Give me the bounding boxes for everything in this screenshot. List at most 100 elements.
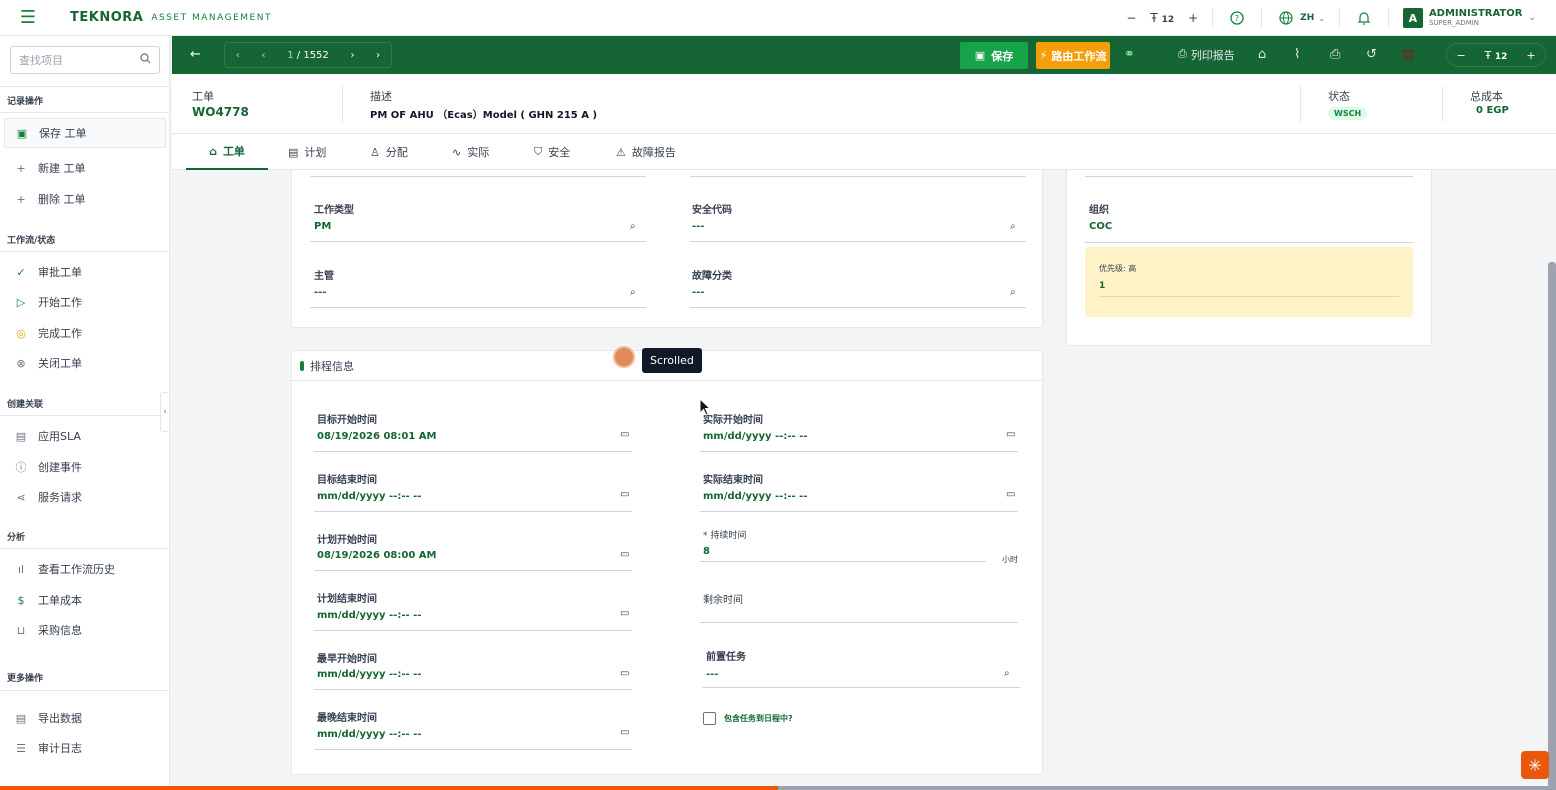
include-in-schedule-checkbox[interactable] <box>703 712 716 725</box>
language-selector[interactable]: ZH ⌄ <box>1276 8 1325 28</box>
bar-chart-icon: ıl <box>17 562 25 576</box>
sidebar-item-export[interactable]: ▤ 导出数据 <box>14 708 164 728</box>
avatar: A <box>1402 8 1423 28</box>
field-underline <box>310 176 646 177</box>
next-page-button[interactable]: › <box>350 50 354 61</box>
sidebar-item-view-history[interactable]: ıl 查看工作流历史 <box>14 559 164 579</box>
back-arrow-icon[interactable]: ← <box>190 47 201 62</box>
link-icon[interactable]: ⚭ <box>1124 47 1135 62</box>
search-icon[interactable]: ⌕ <box>1004 668 1010 679</box>
calendar-icon[interactable]: ▭ <box>620 668 629 679</box>
user-menu[interactable]: A ADMINISTRATOR SUPER_ADMIN ⌄ <box>1402 8 1536 28</box>
sidebar-item-start[interactable]: ▷ 开始工作 <box>14 292 164 312</box>
save-button[interactable]: ▣ 保存 <box>960 42 1028 69</box>
wo-label: 工单 <box>192 90 214 103</box>
work-type-value[interactable]: PM <box>314 221 331 232</box>
menu-icon[interactable]: ☰ <box>10 0 46 36</box>
sidebar-item-delete[interactable]: + 删除 工单 <box>14 189 164 209</box>
safety-code-value[interactable]: --- <box>692 221 704 232</box>
tab-plan[interactable]: ▤ 计划 <box>288 134 326 170</box>
play-icon: ▷ <box>16 295 26 309</box>
actual-end-input[interactable]: mm/dd/yyyy --:-- -- <box>703 491 807 502</box>
section-accent-bar <box>300 360 304 371</box>
search-icon[interactable]: ⌕ <box>1010 221 1016 232</box>
priority-value[interactable]: 1 <box>1099 281 1105 291</box>
calendar-icon[interactable]: ▭ <box>1006 489 1015 500</box>
print-report-button[interactable]: ⎙ 列印报告 <box>1178 47 1235 63</box>
sidebar-item-audit[interactable]: ☰ 审计日志 <box>14 738 164 758</box>
failure-class-label: 故障分类 <box>692 271 732 282</box>
prev-page-button[interactable]: ‹ <box>262 50 266 61</box>
search-icon <box>140 53 151 67</box>
target-start-input[interactable]: 08/19/2026 08:01 AM <box>317 431 436 442</box>
org-value[interactable]: COC <box>1089 221 1112 232</box>
font-increase-button[interactable]: + <box>1188 11 1198 25</box>
tab-workorder[interactable]: ⌂ 工单 <box>186 134 268 170</box>
priority-box: 优先级: 高 1 <box>1085 247 1413 317</box>
field-underline <box>690 176 1026 177</box>
search-icon[interactable]: ⌕ <box>630 287 636 298</box>
plan-start-input[interactable]: 08/19/2026 08:00 AM <box>317 550 436 561</box>
tag-icon[interactable]: ⌂ <box>1258 47 1266 62</box>
earliest-start-input[interactable]: mm/dd/yyyy --:-- -- <box>317 669 421 680</box>
latest-end-input[interactable]: mm/dd/yyyy --:-- -- <box>317 729 421 740</box>
zoom-out-button[interactable]: − <box>1456 49 1465 62</box>
search-icon[interactable]: ⌕ <box>630 221 636 232</box>
predecessor-input[interactable]: --- <box>706 669 718 680</box>
route-workflow-button[interactable]: ⚡ 路由工作流 <box>1036 42 1110 69</box>
sidebar-item-service-request[interactable]: ⋖ 服务请求 <box>14 487 164 507</box>
search-icon[interactable]: ⌕ <box>1010 287 1016 298</box>
first-page-button[interactable]: ‹ <box>236 50 240 61</box>
target-end-input[interactable]: mm/dd/yyyy --:-- -- <box>317 491 421 502</box>
sidebar-item-close[interactable]: ⊗ 关闭工单 <box>14 353 164 373</box>
calendar-icon[interactable]: ▭ <box>620 549 629 560</box>
calendar-icon[interactable]: ▭ <box>1006 429 1015 440</box>
help-icon[interactable]: ? <box>1227 8 1247 28</box>
plan-end-input[interactable]: mm/dd/yyyy --:-- -- <box>317 610 421 621</box>
plus-icon: + <box>16 192 26 206</box>
last-page-button[interactable]: › <box>376 50 380 61</box>
actual-start-input[interactable]: mm/dd/yyyy --:-- -- <box>703 431 807 442</box>
paperclip-icon[interactable]: ⌇ <box>1294 47 1300 62</box>
mouse-pointer-icon <box>699 397 712 420</box>
sidebar-item-create-event[interactable]: ⓘ 创建事件 <box>14 457 164 477</box>
font-decrease-button[interactable]: − <box>1126 11 1136 25</box>
sidebar-item-apply-sla[interactable]: ▤ 应用SLA <box>14 426 164 446</box>
sidebar-item-new[interactable]: + 新建 工单 <box>14 158 164 178</box>
failure-class-value[interactable]: --- <box>692 287 704 298</box>
history-icon[interactable]: ↺ <box>1366 47 1377 62</box>
bell-icon[interactable] <box>1354 8 1374 28</box>
calendar-icon[interactable]: ▭ <box>620 429 629 440</box>
calendar-icon[interactable]: ▭ <box>620 489 629 500</box>
tab-assign[interactable]: ♙ 分配 <box>370 134 408 170</box>
sidebar-item-save[interactable]: ▣ 保存 工单 <box>4 118 166 148</box>
tab-actual[interactable]: ∿ 实际 <box>452 134 489 170</box>
field-underline <box>314 689 632 690</box>
tab-safety[interactable]: ⛉ 安全 <box>534 134 570 170</box>
tab-failure-report[interactable]: ⚠ 故障报告 <box>616 134 676 170</box>
sidebar-collapse-button[interactable]: ‹ <box>160 392 170 432</box>
sidebar-item-wo-cost[interactable]: $ 工单成本 <box>14 590 164 610</box>
main-scrollbar[interactable] <box>1548 262 1556 790</box>
supervisor-value[interactable]: --- <box>314 287 326 298</box>
building-icon: ⌂ <box>209 144 217 158</box>
sidebar-item-approve[interactable]: ✓ 审批工单 <box>14 262 164 282</box>
duration-input[interactable]: 8 <box>703 546 710 557</box>
calendar-icon[interactable]: ▭ <box>620 727 629 738</box>
chevron-down-icon: ⌄ <box>1318 13 1325 23</box>
include-in-schedule-label: 包含任务到日程中? <box>724 714 793 723</box>
sidebar-search-input[interactable]: 查找项目 <box>10 46 160 74</box>
field-underline <box>690 241 1026 242</box>
sidebar-item-purchase-info[interactable]: ⊔ 采购信息 <box>14 620 164 640</box>
calendar-icon[interactable]: ▭ <box>620 608 629 619</box>
logo: TEKNORA <box>70 10 144 25</box>
zoom-in-button[interactable]: + <box>1526 49 1535 62</box>
trash-icon[interactable]: ▥ <box>1402 47 1414 62</box>
sidebar-item-complete[interactable]: ◎ 完成工作 <box>14 323 164 343</box>
printer-icon[interactable]: ⎙ <box>1330 47 1340 62</box>
main-content: 工作类型 PM ⌕ 安全代码 --- ⌕ 主管 --- ⌕ 故障分类 --- ⌕… <box>172 170 1556 790</box>
section-title-record-ops: 记录操作 <box>7 97 44 107</box>
assistant-launcher-icon[interactable]: ✳ <box>1521 751 1549 779</box>
cart-icon: ⊔ <box>16 623 26 637</box>
divider <box>0 548 170 549</box>
